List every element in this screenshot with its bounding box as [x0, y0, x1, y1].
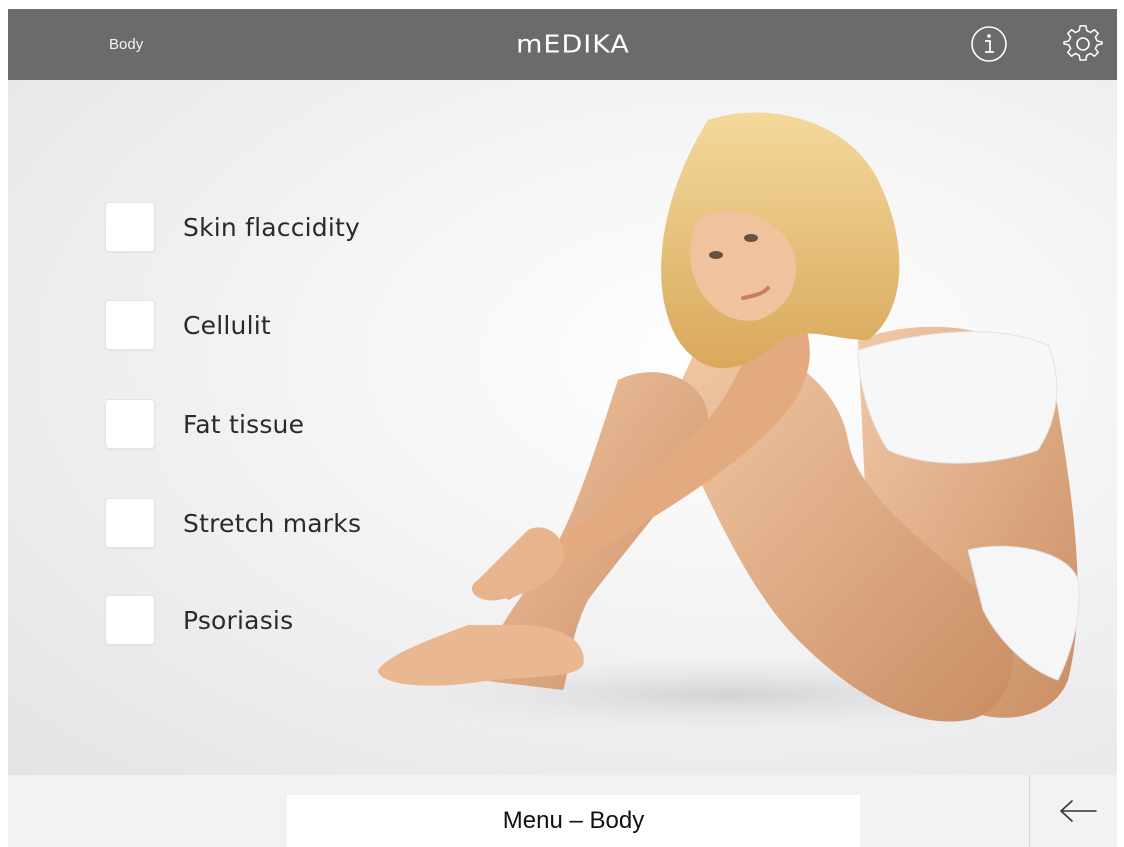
top-bar: Body mEDIKA — [8, 9, 1117, 80]
divider — [1029, 775, 1030, 847]
checkbox[interactable] — [105, 202, 155, 252]
option-skin-flaccidity[interactable]: Skin flaccidity — [105, 200, 425, 254]
option-fat-tissue[interactable]: Fat tissue — [105, 397, 425, 451]
arrow-left-icon — [1059, 800, 1097, 822]
option-psoriasis[interactable]: Psoriasis — [105, 593, 425, 647]
gear-icon — [1063, 25, 1103, 61]
logo-text: mEDIKA — [516, 30, 630, 59]
option-label: Fat tissue — [183, 409, 305, 439]
info-icon — [971, 26, 1007, 62]
option-label: Skin flaccidity — [183, 212, 360, 242]
app-frame: Body mEDIKA Skin flaccidity Cellulit Fat… — [0, 0, 1124, 847]
bottom-bar: Menu – Body — [8, 775, 1117, 847]
info-button[interactable] — [969, 24, 1009, 64]
back-button[interactable] — [1038, 775, 1117, 847]
checkbox[interactable] — [105, 498, 155, 548]
checkbox[interactable] — [105, 300, 155, 350]
option-label: Stretch marks — [183, 508, 362, 538]
option-stretch-marks[interactable]: Stretch marks — [105, 496, 425, 550]
option-label: Psoriasis — [183, 605, 294, 635]
menu-title: Menu – Body — [287, 795, 860, 847]
option-label: Cellulit — [183, 310, 271, 340]
option-cellulit[interactable]: Cellulit — [105, 298, 425, 352]
brand-logo: mEDIKA — [508, 9, 638, 80]
checkbox[interactable] — [105, 399, 155, 449]
checkbox[interactable] — [105, 595, 155, 645]
hero-area: Skin flaccidity Cellulit Fat tissue Stre… — [8, 80, 1117, 775]
settings-button[interactable] — [1063, 24, 1103, 64]
breadcrumb: Body — [109, 36, 144, 53]
